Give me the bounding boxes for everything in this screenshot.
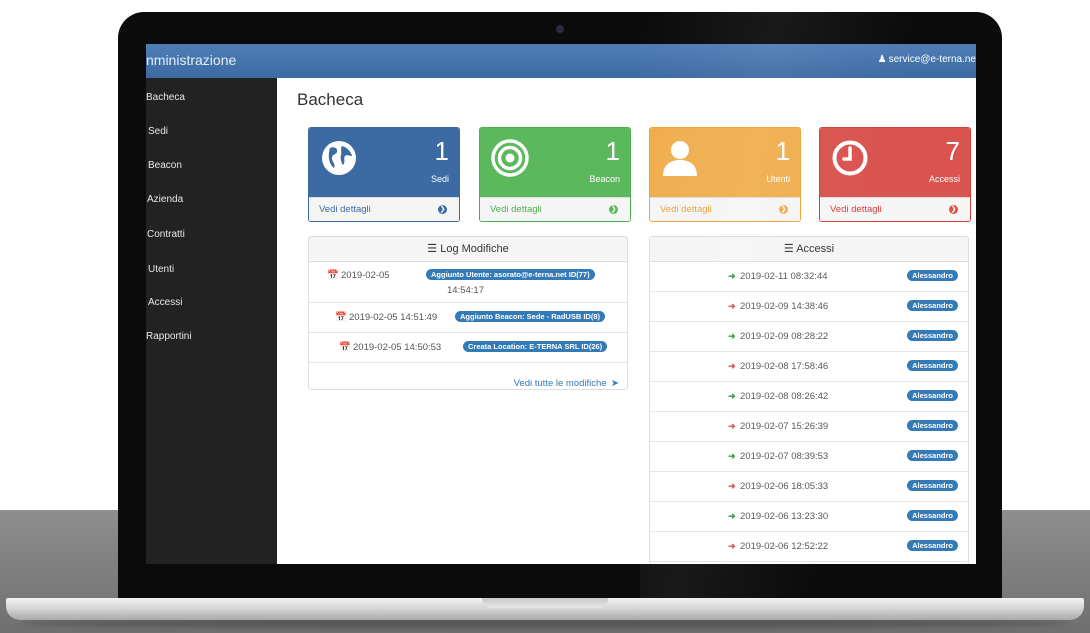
sign-in-icon: ➜: [728, 331, 736, 341]
accessi-title: Accessi: [796, 243, 835, 255]
arrow-circle-right-icon: ❯: [779, 205, 788, 214]
sidebar-item-bacheca[interactable]: Bacheca: [146, 92, 185, 103]
user-badge: Alessandro: [907, 360, 958, 371]
sidebar-item-utenti[interactable]: Utenti: [148, 264, 174, 275]
sidebar-item-azienda[interactable]: Azienda: [147, 194, 183, 205]
log-entry: 📅 2019-02-05 14:51:49 Aggiunto Beacon: S…: [309, 303, 627, 333]
sign-out-icon: ➜: [728, 481, 736, 491]
accessi-panel: ☰ Accessi ➜ 2019-02-11 08:32:44 Alessand…: [649, 236, 969, 564]
log-title: Log Modifiche: [440, 243, 509, 255]
user-badge: Alessandro: [907, 480, 958, 491]
user-badge: Alessandro: [907, 420, 958, 431]
calendar-icon: 📅: [327, 270, 339, 281]
stat-panel-beacon: 1 Beacon Vedi dettagli ❯: [479, 127, 631, 222]
arrow-circle-right-icon: ❯: [609, 205, 618, 214]
user-badge: Alessandro: [907, 390, 958, 401]
log-entry: 📅 2019-02-05 Aggiunto Utente: asorato@e-…: [309, 262, 627, 303]
sidebar: Bacheca Sedi Beacon Azienda Contratti Ut…: [146, 78, 277, 564]
arrow-circle-right-icon: ➤: [611, 378, 619, 389]
clock-icon: [832, 140, 868, 176]
user-badge: Alessandro: [907, 450, 958, 461]
user-badge: Alessandro: [907, 300, 958, 311]
sidebar-item-beacon[interactable]: Beacon: [148, 160, 182, 171]
sign-out-icon: ➜: [728, 541, 736, 551]
stat-panel-utenti: 1 Utenti Vedi dettagli ❯: [649, 127, 801, 222]
sign-in-icon: ➜: [728, 451, 736, 461]
webcam: [556, 25, 564, 33]
stat-count: 1: [434, 136, 449, 166]
access-entry: ➜ 2019-02-07 08:39:53 Alessandro: [650, 442, 968, 472]
list-icon: ☰: [783, 243, 794, 255]
calendar-icon: 📅: [339, 342, 351, 353]
user-badge: Alessandro: [907, 330, 958, 341]
sign-in-icon: ➜: [728, 391, 736, 401]
arrow-circle-right-icon: ❯: [949, 205, 958, 214]
access-entry: ➜ 2019-02-07 15:26:39 Alessandro: [650, 412, 968, 442]
top-navbar: nministrazione ♟ service@e-terna.ne: [146, 44, 976, 78]
stat-count: 1: [605, 136, 620, 166]
user-badge: Alessandro: [907, 510, 958, 521]
laptop-notch: [482, 598, 608, 608]
sign-out-icon: ➜: [728, 421, 736, 431]
sign-in-icon: ➜: [728, 511, 736, 521]
stat-count: 1: [775, 136, 790, 166]
app-screen: nministrazione ♟ service@e-terna.ne Bache…: [146, 44, 976, 564]
access-entry: ➜ 2019-02-08 17:58:46 Alessandro: [650, 352, 968, 382]
all-changes-link[interactable]: Vedi tutte le modifiche ➤: [514, 373, 619, 391]
log-panel: ☰ Log Modifiche 📅 2019-02-05 Aggiunto Ut…: [308, 236, 628, 390]
user-badge: Alessandro: [907, 540, 958, 551]
globe-icon: [322, 141, 356, 175]
sidebar-item-contratti[interactable]: Contratti: [147, 229, 185, 240]
sidebar-item-sedi[interactable]: Sedi: [148, 126, 168, 137]
stat-label: Utenti: [766, 174, 790, 184]
sign-out-icon: ➜: [728, 301, 736, 311]
access-entry: ➜ 2019-02-09 14:38:46 Alessandro: [650, 292, 968, 322]
stat-panel-sedi: 1 Sedi Vedi dettagli ❯: [308, 127, 460, 222]
stat-panel-accessi: 7 Accessi Vedi dettagli ❯: [819, 127, 971, 222]
user-email: service@e-terna.ne: [888, 54, 976, 65]
details-link[interactable]: Vedi dettagli ❯: [480, 197, 630, 221]
stat-label: Sedi: [430, 174, 449, 184]
user-menu[interactable]: ♟ service@e-terna.ne: [878, 54, 976, 65]
access-entry: ➜ 2019-02-06 12:52:22 Alessandro: [650, 532, 968, 562]
sidebar-item-accessi[interactable]: Accessi: [148, 297, 182, 308]
sign-in-icon: ➜: [728, 271, 736, 281]
accessi-panel-header: ☰ Accessi: [650, 237, 968, 262]
user-icon: [663, 141, 697, 176]
arrow-circle-right-icon: ❯: [438, 205, 447, 214]
main-content: Bacheca 1 Sedi Vedi dettagli ❯ 1 Beacon …: [277, 78, 976, 564]
access-entry: ➜ 2019-02-09 08:28:22 Alessandro: [650, 322, 968, 352]
target-icon: [491, 139, 529, 177]
stat-count: 7: [945, 136, 960, 166]
user-badge: Alessandro: [907, 270, 958, 281]
app-brand[interactable]: nministrazione: [146, 52, 236, 68]
access-entry: ➜ 2019-02-11 08:32:44 Alessandro: [650, 262, 968, 292]
details-link[interactable]: Vedi dettagli ❯: [820, 197, 970, 221]
user-icon: ♟: [877, 54, 887, 65]
page-title: Bacheca: [297, 90, 364, 109]
sign-out-icon: ➜: [728, 361, 736, 371]
log-panel-header: ☰ Log Modifiche: [309, 237, 627, 262]
sidebar-item-rapportini[interactable]: Rapportini: [146, 331, 192, 342]
access-entry: ➜ 2019-02-06 18:05:33 Alessandro: [650, 472, 968, 502]
access-entry: ➜ 2019-02-06 13:23:30 Alessandro: [650, 502, 968, 532]
calendar-icon: 📅: [335, 312, 347, 323]
log-entry: 📅 2019-02-05 14:50:53 Creata Location: E…: [309, 333, 627, 363]
access-entry: ➜ 2019-02-08 08:26:42 Alessandro: [650, 382, 968, 412]
stat-label: Beacon: [589, 174, 620, 184]
details-link[interactable]: Vedi dettagli ❯: [309, 197, 459, 221]
details-link[interactable]: Vedi dettagli ❯: [650, 197, 800, 221]
list-icon: ☰: [427, 243, 438, 255]
stat-label: Accessi: [928, 174, 960, 184]
